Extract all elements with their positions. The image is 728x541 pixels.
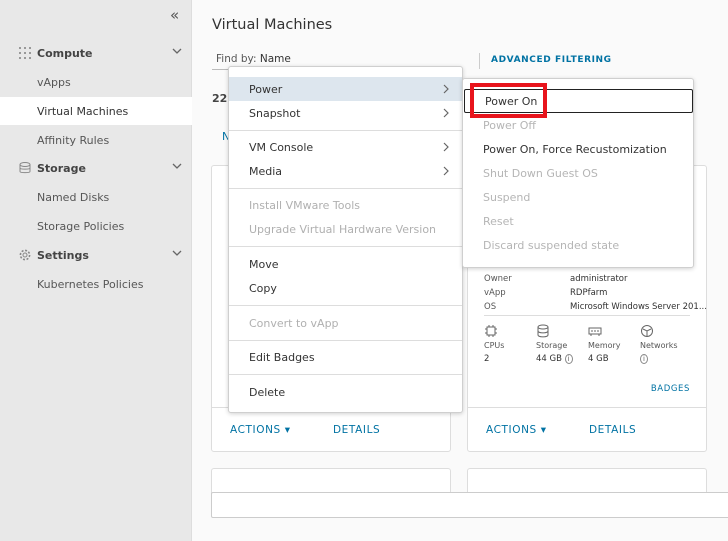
footer-bar [211, 492, 728, 518]
nav-group-label: Storage [37, 161, 86, 175]
chevron-down-icon [172, 250, 182, 256]
resource-storage: Storage 44 GB i [536, 324, 573, 364]
chevron-right-icon [443, 142, 449, 152]
sidebar-item-named-disks[interactable]: Named Disks [0, 183, 192, 211]
sidebar-item-affinity-rules[interactable]: Affinity Rules [0, 126, 192, 154]
chevron-down-icon [172, 48, 182, 54]
menu-item-power[interactable]: Power [229, 77, 462, 101]
chevron-right-icon [443, 84, 449, 94]
actions-button[interactable]: ACTIONS ▾ [230, 424, 291, 436]
menu-divider [229, 340, 462, 341]
divider [479, 53, 480, 69]
sidebar-item-virtual-machines[interactable]: Virtual Machines [0, 97, 192, 125]
power-submenu: Power On Power Off Power On, Force Recus… [462, 78, 694, 268]
menu-divider [229, 130, 462, 131]
submenu-item-shut-down-guest-os[interactable]: Shut Down Guest OS [463, 161, 693, 185]
storage-value: 44 GB i [536, 354, 573, 364]
memory-icon [588, 327, 602, 336]
property-value: RDPfarm [570, 288, 608, 298]
submenu-item-power-off[interactable]: Power Off [463, 113, 693, 137]
sidebar: « Compute vApps Virtual Machines Affinit… [0, 0, 192, 541]
nav-group-label: Settings [37, 248, 89, 262]
menu-divider [229, 246, 462, 247]
menu-item-upgrade-hardware[interactable]: Upgrade Virtual Hardware Version [229, 217, 462, 241]
menu-item-vm-console[interactable]: VM Console [229, 135, 462, 159]
gear-icon [19, 249, 31, 261]
nav-group-compute[interactable]: Compute [0, 41, 192, 65]
network-icon [641, 325, 653, 337]
collapse-sidebar-icon[interactable]: « [170, 6, 179, 24]
submenu-item-reset[interactable]: Reset [463, 209, 693, 233]
nav-group-storage[interactable]: Storage [0, 156, 192, 180]
page-title: Virtual Machines [212, 17, 333, 33]
divider [484, 315, 690, 316]
badges-link[interactable]: BADGES [651, 384, 690, 394]
card-footer: ACTIONS ▾ DETAILS [468, 407, 706, 451]
actions-context-menu: Power Snapshot VM Console Media Install … [228, 66, 463, 413]
menu-item-move[interactable]: Move [229, 252, 462, 276]
menu-item-media[interactable]: Media [229, 159, 462, 183]
details-button[interactable]: DETAILS [333, 424, 380, 436]
menu-item-install-vmware-tools[interactable]: Install VMware Tools [229, 193, 462, 217]
cpu-icon [485, 325, 497, 337]
menu-item-delete[interactable]: Delete [229, 380, 462, 404]
menu-item-snapshot[interactable]: Snapshot [229, 101, 462, 125]
chevron-right-icon [443, 166, 449, 176]
advanced-filtering-link[interactable]: ADVANCED FILTERING [491, 55, 612, 65]
info-icon[interactable]: i [564, 354, 573, 364]
card-footer: ACTIONS ▾ DETAILS [212, 407, 450, 451]
resource-networks: Networks i [640, 324, 678, 364]
vm-count: 22 [212, 92, 228, 105]
chevron-right-icon [443, 108, 449, 118]
menu-item-edit-badges[interactable]: Edit Badges [229, 345, 462, 369]
menu-divider [229, 374, 462, 375]
submenu-item-power-on[interactable]: Power On [464, 89, 693, 113]
submenu-item-power-on-force-recustomization[interactable]: Power On, Force Recustomization [463, 137, 693, 161]
database-icon [19, 162, 31, 174]
sidebar-item-storage-policies[interactable]: Storage Policies [0, 212, 192, 240]
storage-icon [537, 324, 549, 338]
nav-group-label: Compute [37, 46, 93, 60]
property-value: Microsoft Windows Server 201... [570, 302, 707, 312]
submenu-item-discard-suspended-state[interactable]: Discard suspended state [463, 233, 693, 257]
menu-divider [229, 305, 462, 306]
resource-memory: Memory 4 GB [588, 324, 621, 364]
property-key: OS [484, 302, 497, 312]
submenu-item-suspend[interactable]: Suspend [463, 185, 693, 209]
info-icon[interactable]: i [640, 354, 678, 364]
resource-cpus: CPUs 2 [484, 324, 504, 364]
property-value: administrator [570, 274, 628, 284]
property-key: Owner [484, 274, 512, 284]
nav-group-settings[interactable]: Settings [0, 243, 192, 267]
grid-icon [19, 47, 31, 59]
property-key: vApp [484, 288, 506, 298]
chevron-down-icon [172, 163, 182, 169]
menu-item-copy[interactable]: Copy [229, 276, 462, 300]
menu-item-convert-to-vapp[interactable]: Convert to vApp [229, 311, 462, 335]
sidebar-item-vapps[interactable]: vApps [0, 68, 192, 96]
details-button[interactable]: DETAILS [589, 424, 636, 436]
menu-divider [229, 188, 462, 189]
sidebar-item-kubernetes-policies[interactable]: Kubernetes Policies [0, 270, 192, 298]
actions-button[interactable]: ACTIONS ▾ [486, 424, 547, 436]
find-by-select[interactable]: Find by: Name [216, 53, 291, 65]
